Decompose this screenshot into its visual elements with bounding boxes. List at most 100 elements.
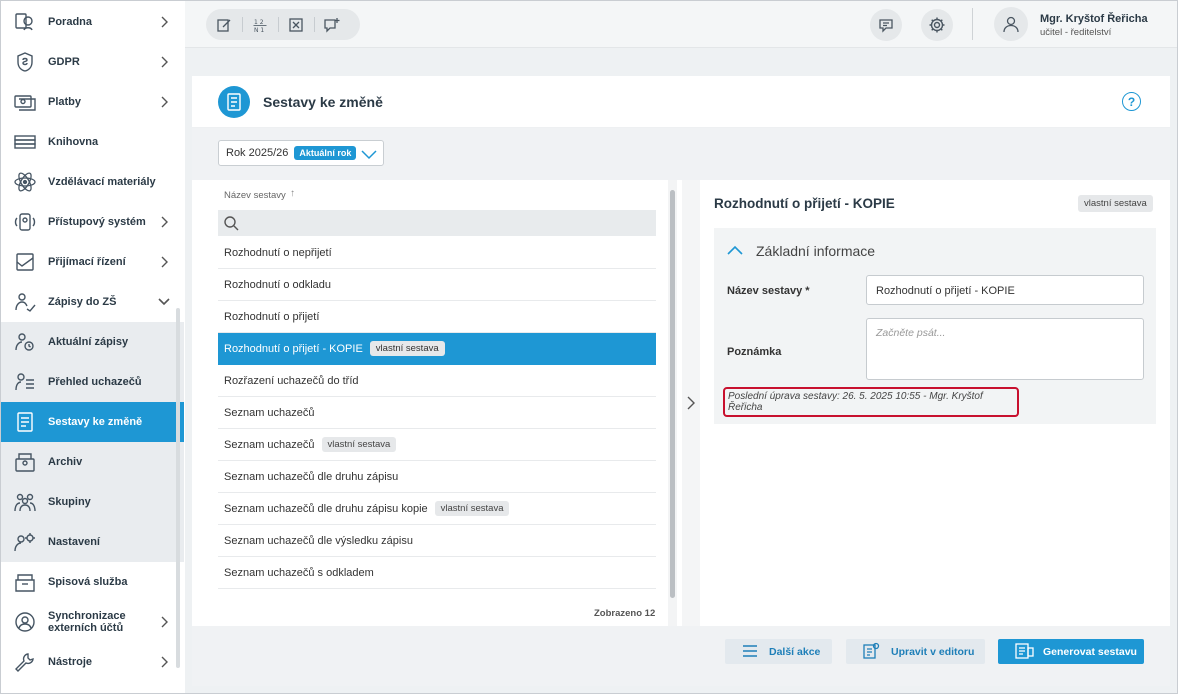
- chevron-right-icon: [158, 656, 170, 668]
- list-item-name: Rozhodnutí o nepřijetí: [224, 246, 332, 259]
- chevron-up-icon[interactable]: [726, 243, 744, 257]
- more-actions-button[interactable]: Další akce: [725, 639, 832, 664]
- sync-accounts-icon: [13, 611, 37, 633]
- user-name[interactable]: Mgr. Kryštof Řeřicha: [1040, 13, 1148, 25]
- list-item[interactable]: Rozhodnutí o přijetí: [218, 301, 656, 333]
- list-item-name: Seznam uchazečů s odkladem: [224, 566, 374, 579]
- chevron-right-icon: [158, 616, 170, 628]
- sidebar-item-spisova-sluzba[interactable]: Spisová služba: [0, 562, 184, 602]
- custom-report-badge: vlastní sestava: [434, 501, 510, 516]
- list-item-name: Seznam uchazečů dle druhu zápisu kopie: [224, 502, 428, 515]
- current-enrollment-icon: [13, 331, 37, 353]
- generate-report-icon: [1014, 642, 1034, 660]
- edit-icon: [216, 17, 232, 33]
- access-icon: [13, 211, 37, 233]
- messages-button[interactable]: [870, 9, 902, 41]
- sidebar-item-poradna[interactable]: Poradna: [0, 2, 184, 42]
- custom-report-badge: vlastní sestava: [1078, 195, 1153, 212]
- sidebar-item-pristupovy-system[interactable]: Přístupový systém: [0, 202, 184, 242]
- list-item-name: Seznam uchazečů dle druhu zápisu: [224, 470, 399, 483]
- search-input[interactable]: [218, 210, 656, 236]
- list-item[interactable]: Rozhodnutí o odkladu: [218, 269, 656, 301]
- sort-asc-icon[interactable]: ↑: [290, 188, 295, 199]
- atom-icon: [13, 171, 37, 193]
- numbering-button[interactable]: 1 2N 1: [242, 9, 278, 40]
- edit-in-editor-label: Upravit v editoru: [891, 645, 975, 658]
- year-select[interactable]: Rok 2025/26 Aktuální rok: [218, 140, 384, 166]
- close-box-button[interactable]: [278, 9, 314, 40]
- list-item[interactable]: Rozhodnutí o nepřijetí: [218, 237, 656, 269]
- list-item-name: Rozhodnutí o odkladu: [224, 278, 332, 291]
- sidebar-item-gdpr[interactable]: GDPR: [0, 42, 184, 82]
- sidebar-item-label: Aktuální zápisy: [48, 336, 129, 348]
- admission-icon: [13, 251, 37, 273]
- generate-report-button[interactable]: Generovat sestavu: [998, 639, 1144, 664]
- search-icon: [223, 215, 239, 231]
- add-comment-icon: [323, 17, 341, 33]
- report-icon: [218, 86, 250, 118]
- custom-report-badge: vlastní sestava: [369, 341, 445, 356]
- detail-title: Rozhodnutí o přijetí - KOPIE: [714, 196, 895, 211]
- user-role: učitel - ředitelství: [1040, 27, 1112, 38]
- list-item[interactable]: Seznam uchazečů vlastní sestava: [218, 429, 656, 461]
- column-header-name[interactable]: Název sestavy: [224, 190, 286, 201]
- sidebar-item-nastroje[interactable]: Nástroje: [0, 642, 184, 682]
- sidebar-item-label: Vzdělávací materiály: [48, 176, 156, 188]
- close-box-icon: [288, 17, 304, 33]
- current-year-badge: Aktuální rok: [294, 146, 357, 160]
- sidebar-item-sestavy-ke-zmene[interactable]: Sestavy ke změně: [0, 402, 184, 442]
- report-list: Název sestavy ↑ Rozhodnutí o nepřijetí R…: [192, 180, 682, 626]
- user-avatar[interactable]: [994, 7, 1028, 41]
- chevron-right-icon: [158, 256, 170, 268]
- chat-icon: [878, 17, 894, 33]
- list-count: Zobrazeno 12: [594, 608, 656, 619]
- sidebar-item-aktualni-zapisy[interactable]: Aktuální zápisy: [0, 322, 184, 362]
- sidebar-item-prehled-uchazecu[interactable]: Přehled uchazečů: [0, 362, 184, 402]
- enrollment-icon: [13, 291, 37, 313]
- svg-text:1 2: 1 2: [254, 19, 264, 26]
- list-item[interactable]: Seznam uchazečů dle druhu zápisu kopie vl…: [218, 493, 656, 525]
- sidebar-item-vzdelavaci-materialy[interactable]: Vzdělávací materiály: [0, 162, 184, 202]
- list-scrollbar[interactable]: [670, 190, 675, 598]
- expand-panel-button[interactable]: [682, 180, 700, 626]
- topbar-divider: [972, 8, 973, 40]
- sidebar-item-nastaveni[interactable]: Nastavení: [0, 522, 184, 562]
- sidebar-item-skupiny[interactable]: Skupiny: [0, 482, 184, 522]
- payments-icon: [13, 91, 37, 113]
- numbering-icon: 1 2N 1: [252, 17, 268, 33]
- chevron-down-icon: [158, 296, 170, 308]
- menu-icon: [741, 642, 759, 660]
- list-item[interactable]: Seznam uchazečů dle druhu zápisu: [218, 461, 656, 493]
- sidebar-item-label: Zápisy do ZŠ: [48, 296, 117, 308]
- list-item-name: Rozhodnutí o přijetí - KOPIE: [224, 342, 363, 355]
- help-icon[interactable]: ?: [1122, 92, 1141, 111]
- sidebar-item-label: Přístupový systém: [48, 216, 146, 228]
- list-item[interactable]: Seznam uchazečů dle výsledku zápisu: [218, 525, 656, 557]
- list-item-selected[interactable]: Rozhodnutí o přijetí - KOPIE vlastní sest…: [218, 333, 656, 365]
- list-item[interactable]: Rozřazení uchazečů do tříd: [218, 365, 656, 397]
- list-item[interactable]: Seznam uchazečů: [218, 397, 656, 429]
- add-comment-button[interactable]: [314, 9, 350, 40]
- name-label: Název sestavy *: [727, 285, 810, 297]
- sidebar-item-platby[interactable]: Platby: [0, 82, 184, 122]
- sidebar-item-zapisy-do-zs[interactable]: Zápisy do ZŠ: [0, 282, 184, 322]
- sidebar-item-archiv[interactable]: Archiv: [0, 442, 184, 482]
- sidebar-item-synchronizace[interactable]: Synchronizace externích účtů: [0, 602, 184, 642]
- sidebar-item-label: Nastavení: [48, 536, 100, 548]
- edit-button[interactable]: [206, 9, 242, 40]
- note-field[interactable]: Začněte psát...: [866, 318, 1144, 380]
- list-item[interactable]: Seznam uchazečů s odkladem: [218, 557, 656, 589]
- groups-icon: [13, 491, 37, 513]
- chevron-right-icon: [158, 56, 170, 68]
- edit-in-editor-button[interactable]: Upravit v editoru: [846, 639, 985, 664]
- top-bar: 1 2N 1 Mgr. Kryštof Řeřicha učitel - řed…: [185, 0, 1178, 48]
- page-title: Sestavy ke změně: [263, 94, 383, 110]
- section-title[interactable]: Základní informace: [756, 243, 875, 259]
- report-name-field[interactable]: Rozhodnutí o přijetí - KOPIE: [866, 275, 1144, 305]
- list-item-name: Seznam uchazečů dle výsledku zápisu: [224, 534, 413, 547]
- settings-button[interactable]: [921, 9, 953, 41]
- sidebar-item-prijimaci-rizeni[interactable]: Přijímací řízení: [0, 242, 184, 282]
- sidebar-item-knihovna[interactable]: Knihovna: [0, 122, 184, 162]
- sidebar-scrollbar[interactable]: [176, 308, 180, 668]
- list-item-name: Seznam uchazečů: [224, 406, 315, 419]
